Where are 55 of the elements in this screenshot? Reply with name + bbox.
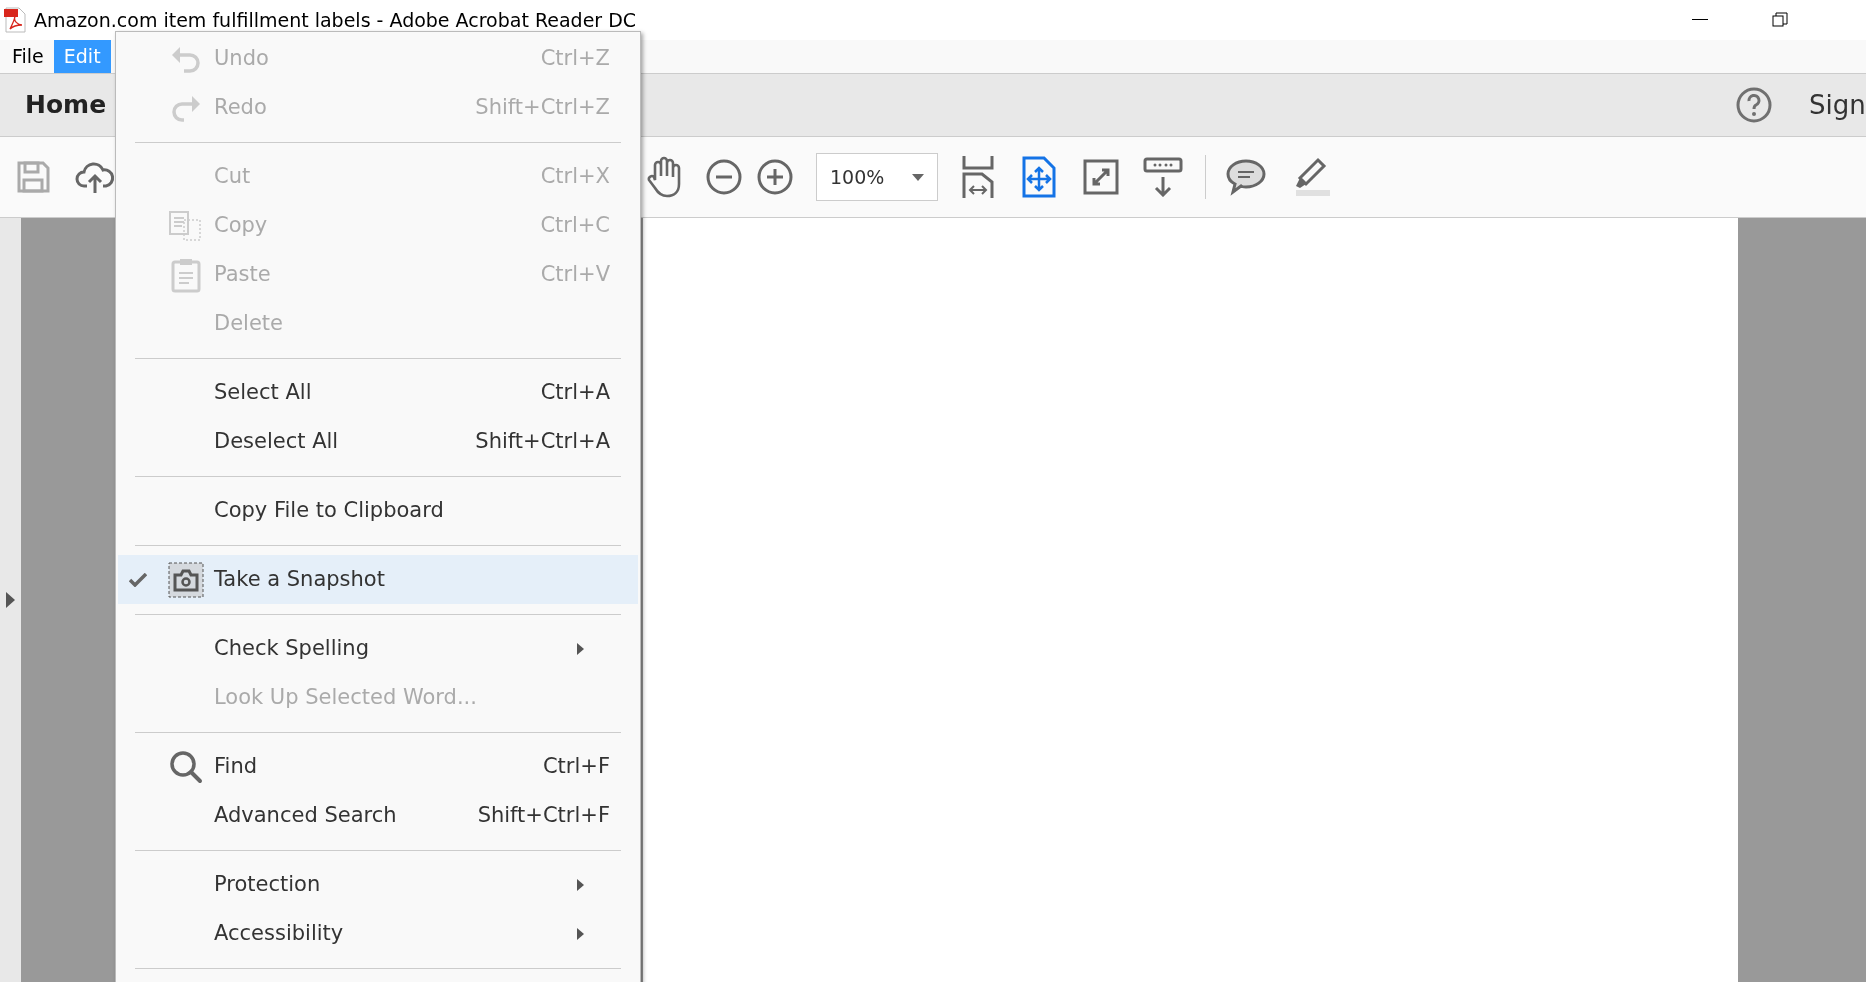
menu-bar-item[interactable]: File — [2, 40, 54, 73]
menu-item-label: Look Up Selected Word... — [214, 683, 477, 711]
shortcut-text: Shift+Ctrl+F — [477, 801, 610, 829]
menu-item-label: Advanced Search — [214, 801, 397, 829]
fit-width-icon[interactable] — [962, 156, 994, 198]
shortcut-text: Ctrl+A — [540, 378, 610, 406]
shortcut-text: Shift+Ctrl+Z — [475, 93, 610, 121]
camera-icon — [168, 561, 204, 598]
restore-icon — [1772, 12, 1788, 28]
page-move-icon[interactable] — [1022, 156, 1056, 198]
menu-item-label: Take a Snapshot — [214, 565, 385, 593]
menu-item[interactable]: Advanced Search Shift+Ctrl+F — [118, 791, 638, 840]
search-icon — [168, 748, 204, 785]
menu-item[interactable]: Select All Ctrl+A — [118, 368, 638, 417]
menu-item-label: Deselect All — [214, 427, 339, 455]
menu-item-label: Protection — [214, 870, 321, 898]
minimize-icon — [1692, 19, 1708, 21]
menu-item-label: Paste — [214, 260, 271, 288]
window-title: Amazon.com item fulfillment labels - Adobe Acrobat Reader DC — [34, 7, 637, 33]
shortcut-text: Ctrl+C — [540, 211, 610, 239]
comment-icon[interactable] — [1226, 157, 1266, 197]
shortcut-text: Ctrl+F — [542, 752, 610, 780]
full-screen-icon[interactable] — [1083, 159, 1119, 195]
sign-in-link[interactable]: Sign — [1809, 85, 1866, 125]
shortcut-text: Ctrl+Z — [540, 44, 610, 72]
menu-item-label: Check Spelling — [214, 634, 369, 662]
menu-item-label: Select All — [214, 378, 312, 406]
menu-item[interactable]: Take a Snapshot — [118, 555, 638, 604]
menu-item[interactable]: Deselect All Shift+Ctrl+A — [118, 417, 638, 466]
menu-item-label: Accessibility — [214, 919, 344, 947]
shortcut-text: Ctrl+V — [540, 260, 610, 288]
menu-item-label: Find — [214, 752, 258, 780]
pdf-file-icon — [4, 7, 26, 33]
menu-item[interactable]: Accessibility — [118, 909, 638, 958]
cloud-upload-icon[interactable] — [75, 160, 115, 194]
menu-item[interactable]: Check Spelling — [118, 624, 638, 673]
menu-item-label: Undo — [214, 44, 269, 72]
menu-item[interactable]: Copy File to Clipboard — [118, 486, 638, 535]
shortcut-text: Ctrl+X — [540, 162, 610, 190]
scroll-mode-icon[interactable] — [1143, 157, 1183, 197]
zoom-out-icon[interactable] — [705, 158, 743, 196]
shortcut-text: Shift+Ctrl+A — [475, 427, 610, 455]
menu-item-label: Copy — [214, 211, 268, 239]
menu-item-label: Delete — [214, 309, 283, 337]
zoom-dropdown[interactable]: 100% — [816, 153, 938, 201]
menu-item[interactable]: Protection — [118, 860, 638, 909]
menu-item-label: Redo — [214, 93, 267, 121]
menu-item-label: Copy File to Clipboard — [214, 496, 444, 524]
home-tab[interactable]: Home — [25, 86, 107, 124]
help-icon[interactable] — [1735, 86, 1773, 124]
expand-panel-icon[interactable] — [6, 592, 15, 608]
menu-item-label: Cut — [214, 162, 251, 190]
menu-item[interactable]: Find Ctrl+F — [118, 742, 638, 791]
zoom-in-icon[interactable] — [756, 158, 794, 196]
caret-icon — [912, 173, 924, 181]
